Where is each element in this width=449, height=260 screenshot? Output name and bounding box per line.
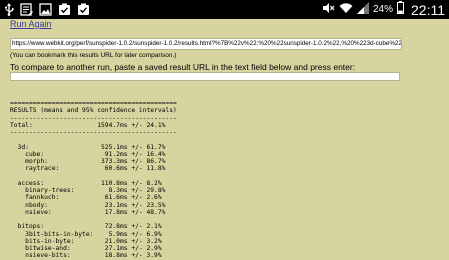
results-line: ----------------------------------------… [10, 129, 177, 136]
system-indicators: 24% 22:11 [322, 0, 445, 19]
results-url-field[interactable]: https://www.webkit.org/perf/sunspider-1.… [10, 38, 402, 50]
battery-percent: 24% [372, 4, 393, 15]
mute-icon [322, 1, 335, 19]
battery-icon [397, 0, 404, 19]
check-icon [77, 3, 90, 16]
results-line [10, 216, 177, 223]
results-line: binary-trees: 8.3ms +/- 29.8% [10, 187, 166, 194]
results-line: RESULTS (means and 95% confidence interv… [10, 107, 177, 115]
results-line [10, 173, 177, 180]
signal-icon [356, 1, 369, 19]
results-line: bitwise-and: 27.1ms +/- 2.9% [10, 245, 162, 252]
results-line: raytrace: 60.6ms +/- 11.8% [10, 165, 166, 173]
results-line: 3bit-bits-in-byte: 5.9ms +/- 6.9% [10, 230, 162, 238]
results-line: nsieve-bits: 18.8ms +/- 3.9% [10, 252, 162, 260]
results-line: morph: 373.3ms +/- 86.7% [10, 158, 166, 165]
results-line: fannkuch: 61.6ms +/- 2.6% [10, 194, 162, 202]
results-output: ========================================… [10, 100, 177, 260]
results-line: cube: 91.2ms +/- 16.4% [10, 150, 166, 158]
gallery-icon [39, 3, 52, 16]
status-bar: 24% 22:11 [0, 0, 449, 19]
check-icon [58, 3, 71, 16]
usb-icon [4, 3, 14, 16]
compare-url-input[interactable] [10, 72, 400, 81]
wifi-icon [339, 1, 353, 19]
results-line: bitops: 72.8ms +/- 2.1% [10, 223, 162, 231]
results-line: Total: 1594.7ms +/- 24.1% [10, 121, 166, 129]
notification-icons [4, 2, 90, 17]
results-line: 3d: 525.1ms +/- 61.7% [10, 143, 166, 151]
results-line: nbody: 23.1ms +/- 23.5% [10, 201, 166, 209]
results-line: ========================================… [10, 100, 177, 107]
results-line: nsieve: 17.8ms +/- 48.7% [10, 208, 166, 216]
results-line [10, 136, 177, 143]
bookmark-note: (You can bookmark this results URL for l… [10, 52, 177, 59]
results-line: access: 110.8ms +/- 8.2% [10, 179, 162, 187]
results-line: ----------------------------------------… [10, 114, 177, 122]
notes-icon [20, 3, 33, 16]
compare-instructions: To compare to another run, paste a saved… [10, 62, 356, 72]
clock: 22:11 [411, 1, 445, 18]
results-line: bits-in-byte: 21.0ms +/- 3.2% [10, 237, 162, 245]
run-again-link[interactable]: Run Again [10, 19, 52, 29]
